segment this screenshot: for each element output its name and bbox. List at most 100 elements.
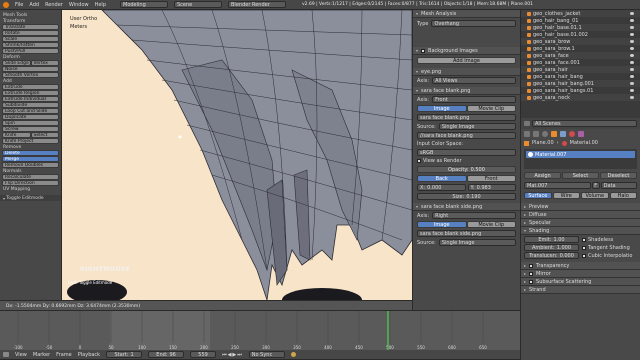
outliner-item[interactable]: geo_hair_base.01.1 xyxy=(521,24,640,31)
sss-panel-header[interactable]: ▸ Subsurface Scattering xyxy=(521,278,640,286)
specular-panel-header[interactable]: ▸ Specular xyxy=(521,219,640,227)
movie-clip-tab[interactable]: Movie Clip xyxy=(466,221,516,228)
toggle-editmode-panel[interactable]: ▾ Toggle Editmode xyxy=(0,195,61,201)
outliner-item[interactable]: geo_sara_neck xyxy=(521,94,640,101)
tab-wire[interactable]: Wire xyxy=(552,192,580,199)
material-name-field[interactable]: Mat.007 xyxy=(524,182,591,189)
image-tab[interactable]: Image xyxy=(417,221,467,228)
checkbox-icon[interactable] xyxy=(529,279,534,284)
menu-marker[interactable]: Marker xyxy=(33,352,50,358)
knife-button[interactable]: Knife xyxy=(2,132,31,138)
transparency-panel-header[interactable]: ▸ Transparency xyxy=(521,262,640,270)
checkbox-icon[interactable] xyxy=(582,253,586,258)
outliner-item[interactable]: geo_sara_hair_bang.001 xyxy=(521,80,640,87)
image-entry-face-side[interactable]: ▾ sara face blank side.png xyxy=(413,203,520,211)
menu-help[interactable]: Help xyxy=(95,2,106,8)
checkbox-icon[interactable] xyxy=(582,245,586,250)
breadcrumb-object[interactable]: Plane.00 xyxy=(532,140,554,146)
assign-button[interactable]: Assign xyxy=(524,172,561,179)
outliner-item[interactable]: geo_hair_base.01.002 xyxy=(521,31,640,38)
timeline[interactable]: -100 -50 0 50 100 150 200 250 300 350 400 450 500 550… xyxy=(0,310,520,350)
visibility-eye-icon[interactable] xyxy=(630,47,634,50)
color-space-dropdown[interactable]: sRGB xyxy=(417,149,516,156)
keying-icon[interactable] xyxy=(290,352,296,357)
axis-dropdown[interactable]: Right xyxy=(432,212,516,219)
menu-view[interactable]: View xyxy=(15,352,27,358)
blender-logo-icon[interactable] xyxy=(3,1,9,8)
scene-selector[interactable]: Scene xyxy=(174,1,222,8)
diffuse-panel-header[interactable]: ▸ Diffuse xyxy=(521,211,640,219)
world-tab-icon[interactable] xyxy=(542,131,548,137)
menu-add[interactable]: Add xyxy=(29,2,39,8)
back-toggle[interactable]: Back xyxy=(417,175,467,182)
visibility-eye-icon[interactable] xyxy=(630,89,634,92)
axis-dropdown[interactable]: All Views xyxy=(432,77,516,84)
visibility-eye-icon[interactable] xyxy=(630,19,634,22)
view-icon[interactable] xyxy=(524,121,530,126)
object-tab-icon[interactable] xyxy=(551,131,557,137)
outliner-item[interactable]: geo_clothes_jacket xyxy=(521,10,640,17)
type-dropdown[interactable]: Overhang xyxy=(431,20,516,27)
opacity-slider[interactable]: Opacity: 0.500 xyxy=(417,166,516,173)
outliner-item[interactable]: geo_sara_face xyxy=(521,52,640,59)
menu-file[interactable]: File xyxy=(15,2,23,8)
source-dropdown[interactable]: Single Image xyxy=(438,123,516,130)
translucency-field[interactable]: Translucen: 0.000 xyxy=(524,252,579,259)
sync-dropdown[interactable]: No Sync xyxy=(248,351,285,358)
outliner-item[interactable]: geo_sara_face.001 xyxy=(521,59,640,66)
material-tab-icon[interactable] xyxy=(569,131,575,137)
start-frame-field[interactable]: Start: 1 xyxy=(106,351,143,358)
layout-selector[interactable]: Modeling xyxy=(120,1,168,8)
link-data-dropdown[interactable]: Data xyxy=(600,182,637,189)
offset-x-field[interactable]: X: 0.000 xyxy=(417,184,466,191)
visibility-eye-icon[interactable] xyxy=(630,61,634,64)
tab-surface[interactable]: Surface xyxy=(524,192,552,199)
outliner-item[interactable]: geo_sara_hair_bangs.01 xyxy=(521,87,640,94)
render-tab-icon[interactable] xyxy=(524,131,530,137)
background-images-header[interactable]: ▾ Background Images xyxy=(413,47,520,55)
texture-tab-icon[interactable] xyxy=(578,131,584,137)
size-field[interactable]: Size: 0.190 xyxy=(417,193,516,200)
fake-user-button[interactable]: F xyxy=(591,182,600,189)
outliner-item[interactable]: geo_sara_hair_bang xyxy=(521,73,640,80)
image-file-field[interactable]: sara face blank side.png xyxy=(417,230,516,237)
slide-vertex-button[interactable]: Vertex xyxy=(30,60,59,66)
mirror-panel-header[interactable]: ▸ Mirror xyxy=(521,270,640,278)
image-tab[interactable]: Image xyxy=(417,105,467,112)
front-toggle[interactable]: Front xyxy=(466,175,516,182)
image-entry-face[interactable]: ▾ sara face blank.png xyxy=(413,87,520,95)
source-dropdown[interactable]: Single Image xyxy=(438,239,516,246)
visibility-eye-icon[interactable] xyxy=(630,54,634,57)
outliner-item[interactable]: geo_hair_bang_01 xyxy=(521,17,640,24)
scenes-filter-dropdown[interactable]: All Scenes xyxy=(532,120,637,127)
engine-selector[interactable]: Blender Render xyxy=(228,1,286,8)
select-button[interactable]: Select xyxy=(30,132,59,138)
image-entry-eye[interactable]: ▾ eye.png xyxy=(413,68,520,76)
checkbox-icon[interactable] xyxy=(529,263,534,268)
tab-volume[interactable]: Volume xyxy=(581,192,609,199)
timeline-ruler[interactable]: -100 -50 0 50 100 150 200 250 300 350 400 450 500 550… xyxy=(0,311,520,350)
filepath-field[interactable]: //sara face blank.png xyxy=(417,132,516,139)
end-frame-field[interactable]: End: 96 xyxy=(148,351,185,358)
image-file-field[interactable]: sara face blank.png xyxy=(417,114,516,121)
visibility-eye-icon[interactable] xyxy=(630,82,634,85)
visibility-eye-icon[interactable] xyxy=(630,26,634,29)
material-slot-row[interactable]: Material.007 xyxy=(526,151,635,158)
menu-window[interactable]: Window xyxy=(69,2,89,8)
checkbox-icon[interactable] xyxy=(582,237,586,242)
slide-edge-button[interactable]: Slide Edge xyxy=(2,60,31,66)
visibility-eye-icon[interactable] xyxy=(630,33,634,36)
offset-y-field[interactable]: Y: 0.983 xyxy=(467,184,516,191)
outliner-item[interactable]: geo_sara_brow xyxy=(521,38,640,45)
ambient-field[interactable]: Ambient: 1.000 xyxy=(524,244,579,251)
modifier-tab-icon[interactable] xyxy=(560,131,566,137)
emit-field[interactable]: Emit: 1.00 xyxy=(524,236,579,243)
visibility-eye-icon[interactable] xyxy=(630,40,634,43)
outliner-item[interactable]: geo_sara_brow.1 xyxy=(521,45,640,52)
strand-panel-header[interactable]: ▸ Strand xyxy=(521,286,640,294)
breadcrumb-material[interactable]: Material.00 xyxy=(570,140,598,146)
axis-dropdown[interactable]: Front xyxy=(432,96,516,103)
visibility-eye-icon[interactable] xyxy=(630,75,634,78)
viewport-3d[interactable]: User Ortho Meters RIGHTMOUSE Last: Toggl… xyxy=(62,10,412,300)
menu-frame[interactable]: Frame xyxy=(56,352,72,358)
